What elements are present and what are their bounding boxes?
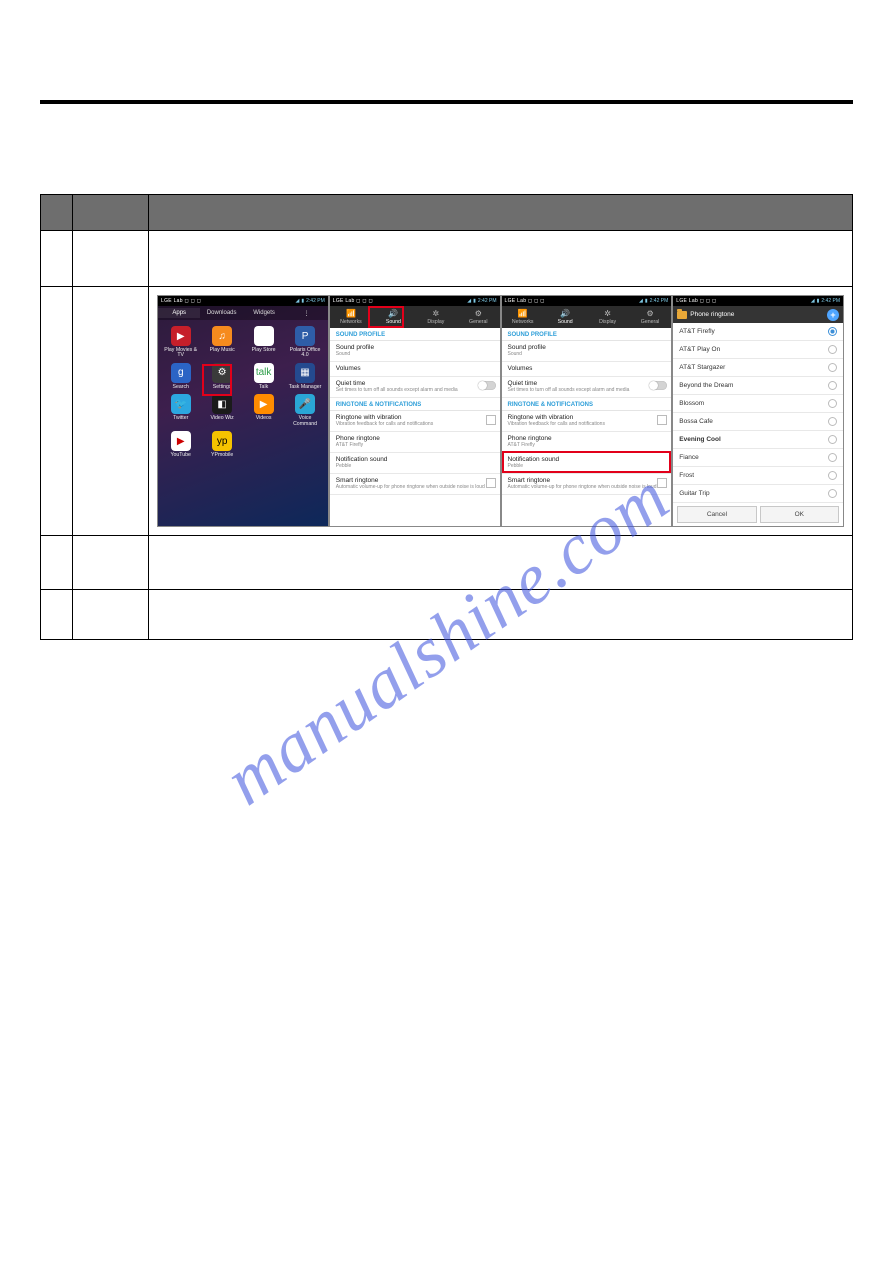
add-ringtone-button[interactable]: + bbox=[827, 309, 839, 321]
radio[interactable] bbox=[828, 327, 837, 336]
ringtone-item[interactable]: Beyond the Dream bbox=[673, 377, 843, 395]
app-item[interactable]: ▶YouTube bbox=[162, 431, 199, 458]
table-row bbox=[41, 590, 853, 640]
ringtone-header: Phone ringtone + bbox=[673, 306, 843, 323]
tab-networks[interactable]: 📶Networks bbox=[502, 306, 544, 328]
settings-item[interactable]: Ringtone with vibrationVibration feedbac… bbox=[502, 411, 672, 432]
app-item[interactable]: talkTalk bbox=[245, 363, 282, 390]
radio[interactable] bbox=[828, 399, 837, 408]
radio[interactable] bbox=[828, 345, 837, 354]
table-header-row bbox=[41, 195, 853, 231]
settings-item[interactable]: Ringtone with vibrationVibration feedbac… bbox=[330, 411, 500, 432]
section-ringtone: RINGTONE & NOTIFICATIONS bbox=[330, 398, 500, 411]
app-item[interactable]: gSearch bbox=[162, 363, 199, 390]
ringtone-list: AT&T FireflyAT&T Play OnAT&T StargazerBe… bbox=[673, 323, 843, 503]
ok-button[interactable]: OK bbox=[760, 506, 839, 523]
ringtone-item[interactable]: Bossa Cafe bbox=[673, 413, 843, 431]
tabbar: Apps Downloads Widgets ⋮ bbox=[158, 306, 328, 320]
tab-apps[interactable]: Apps bbox=[158, 308, 200, 318]
tab-display[interactable]: ✲Display bbox=[586, 306, 628, 328]
app-item[interactable]: ⚙Settings bbox=[203, 363, 240, 390]
document-table: LGE Lab ◻ ◻ ◻ ◢▮2:42 PM Apps Downloads W… bbox=[40, 194, 853, 640]
ringtone-item[interactable]: AT&T Stargazer bbox=[673, 359, 843, 377]
settings-item[interactable]: Quiet timeSet times to turn off all soun… bbox=[502, 377, 672, 398]
app-item[interactable]: ypYPmobile bbox=[203, 431, 240, 458]
toggle[interactable] bbox=[478, 381, 496, 390]
screenshot-apps: LGE Lab ◻ ◻ ◻ ◢▮2:42 PM Apps Downloads W… bbox=[157, 295, 329, 527]
status-bar: LGE Lab ◻ ◻ ◻ ◢▮2:42 PM bbox=[330, 296, 500, 306]
app-item[interactable]: 🎤Voice Command bbox=[286, 394, 323, 427]
ringtone-item[interactable]: Guitar Trip bbox=[673, 485, 843, 503]
settings-item[interactable]: Notification soundPebble bbox=[502, 453, 672, 474]
settings-item[interactable]: Volumes bbox=[330, 362, 500, 377]
status-bar: LGE Lab ◻ ◻ ◻ ◢▮2:42 PM bbox=[673, 296, 843, 306]
cancel-button[interactable]: Cancel bbox=[677, 506, 756, 523]
settings-item[interactable]: Smart ringtoneAutomatic volume-up for ph… bbox=[502, 474, 672, 495]
tab-widgets[interactable]: Widgets bbox=[243, 308, 285, 318]
radio[interactable] bbox=[828, 471, 837, 480]
checkbox[interactable] bbox=[657, 415, 667, 425]
tab-networks[interactable]: 📶Networks bbox=[330, 306, 372, 328]
settings-item[interactable]: Notification soundPebble bbox=[330, 453, 500, 474]
folder-icon bbox=[677, 311, 687, 319]
ringtone-item[interactable]: Frost bbox=[673, 467, 843, 485]
tab-menu-icon[interactable]: ⋮ bbox=[285, 308, 327, 319]
ringtone-item[interactable]: Blossom bbox=[673, 395, 843, 413]
toggle[interactable] bbox=[649, 381, 667, 390]
checkbox[interactable] bbox=[486, 478, 496, 488]
settings-item[interactable]: Volumes bbox=[502, 362, 672, 377]
tab-sound[interactable]: 🔊Sound bbox=[544, 306, 586, 328]
status-bar: LGE Lab ◻ ◻ ◻ ◢▮2:42 PM bbox=[158, 296, 328, 306]
app-item[interactable]: ▶Play Movies & TV bbox=[162, 326, 199, 359]
tab-sound[interactable]: 🔊Sound bbox=[372, 306, 414, 328]
ringtone-item[interactable]: AT&T Play On bbox=[673, 341, 843, 359]
table-row bbox=[41, 536, 853, 590]
screenshot-settings-1: LGE Lab ◻ ◻ ◻ ◢▮2:42 PM 📶Networks 🔊Sound… bbox=[329, 295, 501, 527]
radio[interactable] bbox=[828, 435, 837, 444]
settings-tabs: 📶Networks 🔊Sound ✲Display ⚙General bbox=[502, 306, 672, 328]
settings-item[interactable]: Sound profileSound bbox=[502, 341, 672, 362]
settings-item[interactable]: Quiet timeSet times to turn off all soun… bbox=[330, 377, 500, 398]
app-item[interactable]: ♫Play Music bbox=[203, 326, 240, 359]
table-row bbox=[41, 231, 853, 287]
radio[interactable] bbox=[828, 417, 837, 426]
screenshots-row: LGE Lab ◻ ◻ ◻ ◢▮2:42 PM Apps Downloads W… bbox=[157, 295, 844, 527]
settings-tabs: 📶Networks 🔊Sound ✲Display ⚙General bbox=[330, 306, 500, 328]
app-item[interactable]: PPolaris Office 4.0 bbox=[286, 326, 323, 359]
table-row: LGE Lab ◻ ◻ ◻ ◢▮2:42 PM Apps Downloads W… bbox=[41, 287, 853, 536]
app-item[interactable]: ▶Play Store bbox=[245, 326, 282, 359]
ringtone-item[interactable]: Evening Cool bbox=[673, 431, 843, 449]
checkbox[interactable] bbox=[657, 478, 667, 488]
app-item[interactable]: ▶Videos bbox=[245, 394, 282, 427]
section-ringtone: RINGTONE & NOTIFICATIONS bbox=[502, 398, 672, 411]
section-sound-profile: SOUND PROFILE bbox=[330, 328, 500, 341]
tab-display[interactable]: ✲Display bbox=[415, 306, 457, 328]
app-item[interactable]: ◧Video Wiz bbox=[203, 394, 240, 427]
settings-item[interactable]: Sound profileSound bbox=[330, 341, 500, 362]
tab-downloads[interactable]: Downloads bbox=[200, 308, 242, 318]
radio[interactable] bbox=[828, 381, 837, 390]
tab-general[interactable]: ⚙General bbox=[629, 306, 671, 328]
app-item[interactable]: 🐦Twitter bbox=[162, 394, 199, 427]
settings-item[interactable]: Smart ringtoneAutomatic volume-up for ph… bbox=[330, 474, 500, 495]
section-sound-profile: SOUND PROFILE bbox=[502, 328, 672, 341]
status-left: LGE Lab ◻ ◻ ◻ bbox=[161, 298, 201, 304]
tab-general[interactable]: ⚙General bbox=[457, 306, 499, 328]
radio[interactable] bbox=[828, 489, 837, 498]
screenshot-settings-2: LGE Lab ◻ ◻ ◻ ◢▮2:42 PM 📶Networks 🔊Sound… bbox=[501, 295, 673, 527]
apps-grid: ▶Play Movies & TV♫Play Music▶Play StoreP… bbox=[158, 320, 328, 465]
app-item[interactable]: ▦Task Manager bbox=[286, 363, 323, 390]
radio[interactable] bbox=[828, 453, 837, 462]
checkbox[interactable] bbox=[486, 415, 496, 425]
settings-item[interactable]: Phone ringtoneAT&T Firefly bbox=[502, 432, 672, 453]
ringtone-item[interactable]: Fiance bbox=[673, 449, 843, 467]
screenshot-ringtone: LGE Lab ◻ ◻ ◻ ◢▮2:42 PM Phone ringtone +… bbox=[672, 295, 844, 527]
radio[interactable] bbox=[828, 363, 837, 372]
ringtone-title: Phone ringtone bbox=[690, 311, 734, 318]
settings-item[interactable]: Phone ringtoneAT&T Firefly bbox=[330, 432, 500, 453]
status-bar: LGE Lab ◻ ◻ ◻ ◢▮2:42 PM bbox=[502, 296, 672, 306]
ringtone-item[interactable]: AT&T Firefly bbox=[673, 323, 843, 341]
